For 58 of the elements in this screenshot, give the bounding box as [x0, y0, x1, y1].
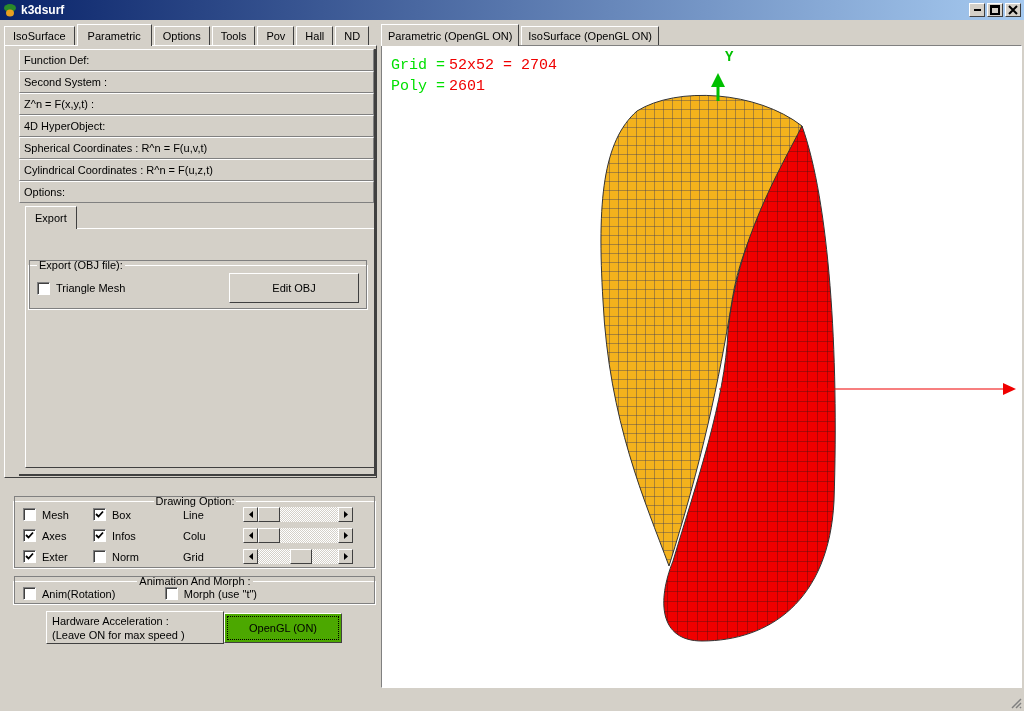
minimize-button[interactable]: [969, 3, 985, 17]
group-title: Animation And Morph :: [138, 575, 252, 587]
opengl-button[interactable]: OpenGL (ON): [224, 613, 342, 643]
y-axis-arrow: [711, 73, 725, 101]
tab[interactable]: Pov: [257, 26, 295, 45]
checkbox[interactable]: Infos: [93, 529, 183, 542]
check-icon: [25, 531, 34, 540]
axis-label: Y: [725, 49, 734, 65]
tab[interactable]: Options: [153, 26, 210, 45]
checkbox[interactable]: Mesh: [23, 508, 93, 521]
check-icon: [95, 531, 104, 540]
window-title: k3dsurf: [21, 3, 65, 17]
slider-thumb[interactable]: [258, 528, 280, 543]
slider[interactable]: [243, 549, 353, 564]
checkbox[interactable]: Anim(Rotation): [23, 587, 116, 600]
slider-thumb[interactable]: [289, 549, 312, 564]
maximize-button[interactable]: [987, 3, 1003, 17]
checkbox[interactable]: Axes: [23, 529, 93, 542]
group-title: Drawing Option:: [154, 495, 236, 507]
section-header[interactable]: Z^n = F(x,y,t) :: [19, 93, 374, 115]
tab[interactable]: Hall: [296, 26, 334, 45]
close-button[interactable]: [1005, 3, 1021, 17]
checkbox[interactable]: Norm: [93, 550, 183, 563]
tab[interactable]: Parametric (OpenGL ON): [381, 24, 520, 46]
tab[interactable]: IsoSurface: [4, 26, 75, 45]
hardware-acceleration-label: Hardware Acceleration : (Leave ON for max speed ): [46, 611, 224, 644]
slider-label: Colu: [183, 529, 207, 542]
maximize-icon: [990, 5, 1000, 15]
slider-label: Line: [183, 508, 205, 521]
info-text: Poly = 2601: [391, 77, 487, 97]
slider[interactable]: [243, 507, 353, 522]
info-text: Grid = 52x52 = 2704: [391, 56, 558, 76]
section-header[interactable]: Options:: [19, 181, 374, 203]
tab[interactable]: IsoSurface (OpenGL ON): [521, 26, 659, 45]
section-header[interactable]: Second System :: [19, 71, 374, 93]
checkbox[interactable]: Triangle Mesh: [37, 281, 126, 295]
section-header[interactable]: Function Def:: [19, 49, 374, 71]
minimize-icon: [973, 9, 981, 11]
edit-obj-button[interactable]: Edit OBJ: [229, 273, 359, 303]
slider[interactable]: [243, 528, 353, 543]
tab[interactable]: Export: [25, 206, 77, 229]
tab[interactable]: ND: [335, 26, 370, 45]
check-icon: [25, 552, 34, 561]
close-icon: [1008, 5, 1018, 15]
tab[interactable]: Tools: [211, 26, 256, 45]
checkbox[interactable]: Box: [93, 508, 183, 521]
slider-label: Grid: [183, 550, 205, 563]
section-header[interactable]: Spherical Coordinates : R^n = F(u,v,t): [19, 137, 374, 159]
check-icon: [95, 510, 104, 519]
resize-grip-icon[interactable]: [1010, 697, 1022, 709]
group-title: Export (OBJ file):: [38, 259, 124, 271]
section-header[interactable]: Cylindrical Coordinates : R^n = F(u,z,t): [19, 159, 374, 181]
section-header[interactable]: 4D HyperObject:: [19, 115, 374, 137]
slider-thumb[interactable]: [258, 507, 280, 522]
checkbox[interactable]: Exter: [23, 550, 93, 563]
tab[interactable]: Parametric: [76, 24, 152, 46]
app-icon: [3, 3, 17, 17]
checkbox[interactable]: Morph (use "t"): [164, 587, 257, 600]
